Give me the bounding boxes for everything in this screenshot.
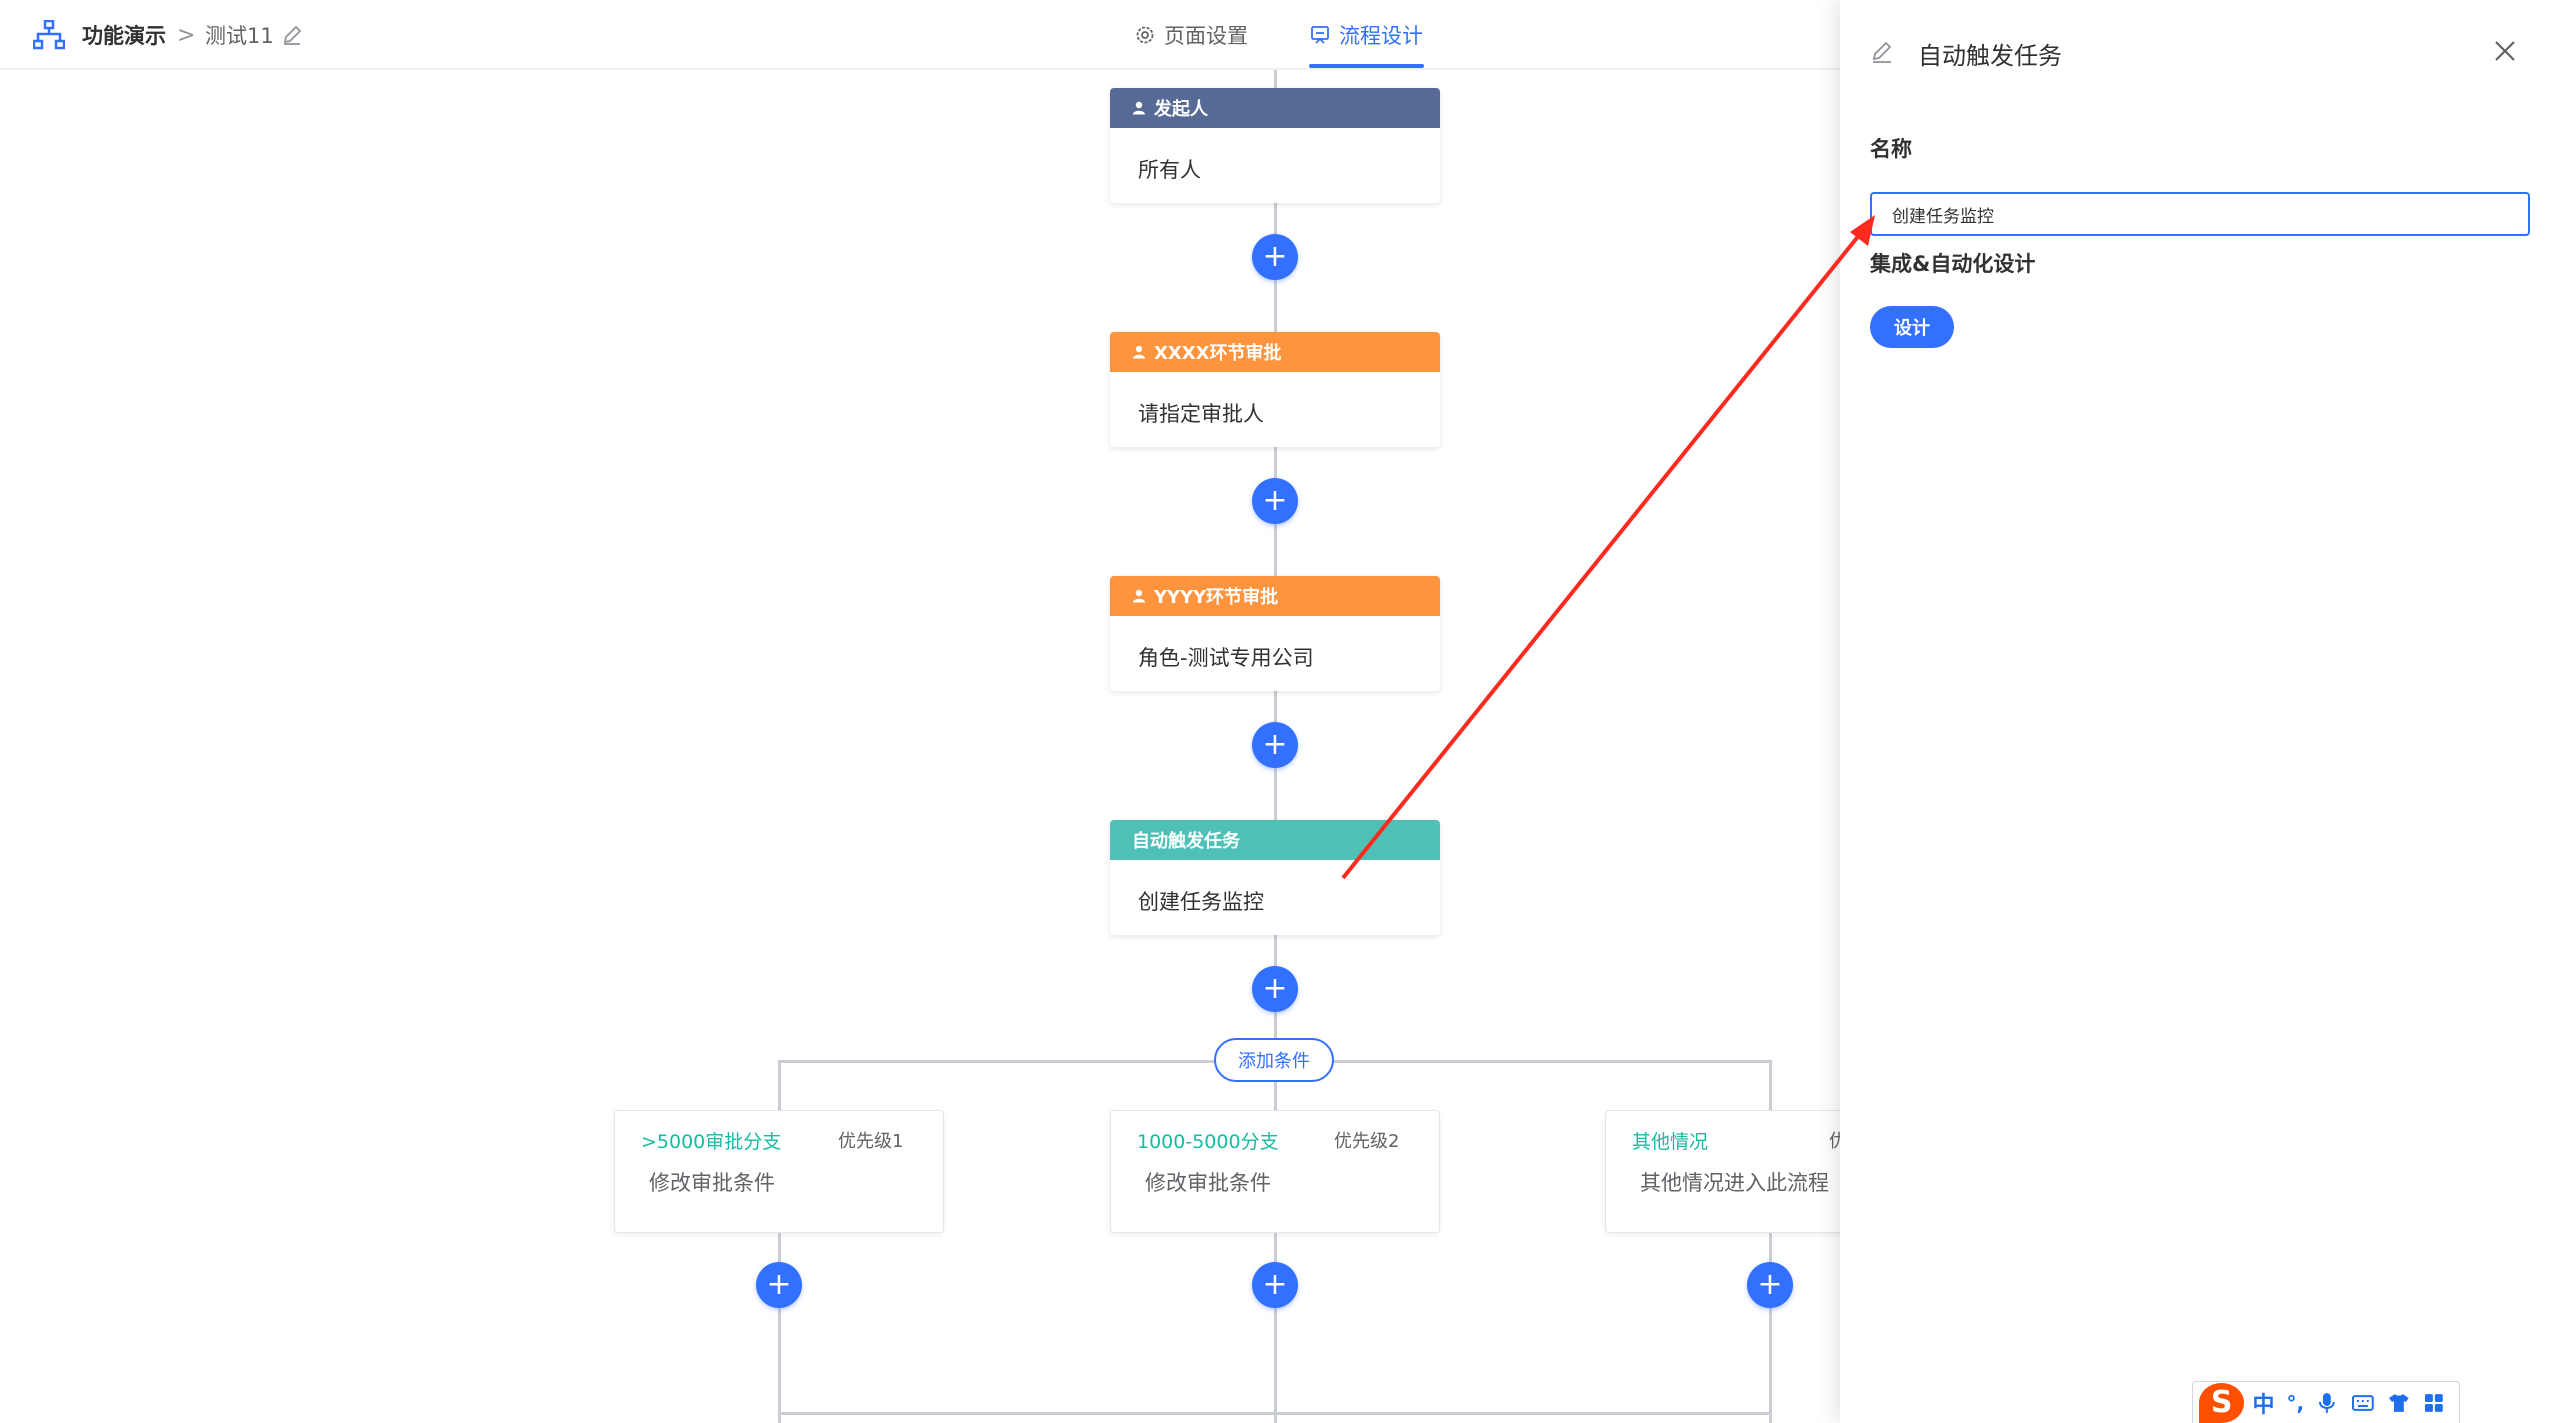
add-node-button[interactable]: + (1252, 966, 1298, 1012)
gear-icon (1136, 26, 1154, 44)
condition-title: >5000审批分支 (641, 1131, 782, 1153)
tab-label: 页面设置 (1164, 24, 1248, 48)
name-input[interactable] (1870, 192, 2530, 236)
node-content: 角色-测试专用公司 (1138, 646, 1314, 670)
condition-title: 其他情况 (1632, 1131, 1709, 1153)
tab-flow-design[interactable]: 流程设计 (1310, 0, 1423, 70)
add-condition-button[interactable]: 添加条件 (1214, 1038, 1334, 1082)
edit-name-icon[interactable] (281, 24, 303, 46)
org-chart-icon[interactable] (33, 20, 65, 50)
design-button[interactable]: 设计 (1870, 306, 1954, 348)
add-node-button[interactable]: + (756, 1262, 802, 1308)
name-label: 名称 (1870, 137, 1912, 161)
condition-content: 其他情况进入此流程 (1640, 1171, 1829, 1195)
node-title: 自动触发任务 (1132, 831, 1240, 852)
flow-canvas[interactable]: 发起人 所有人 + XXXX环节审批 请指定审批人 + YYYY环节审批 角色-… (0, 70, 1840, 1423)
branch-bottom-line (778, 1412, 1772, 1415)
add-node-button[interactable]: + (1252, 478, 1298, 524)
user-icon (1133, 101, 1145, 115)
condition-branch-2[interactable]: 1000-5000分支 优先级2 修改审批条件 (1110, 1110, 1440, 1233)
node-content: 所有人 (1138, 158, 1201, 182)
condition-branch-1[interactable]: >5000审批分支 优先级1 修改审批条件 (614, 1110, 944, 1233)
node-title: YYYY环节审批 (1154, 587, 1279, 608)
sogou-logo-icon[interactable]: S (2199, 1382, 2245, 1423)
tab-label: 流程设计 (1339, 24, 1423, 48)
add-node-button[interactable]: + (1252, 234, 1298, 280)
node-title: XXXX环节审批 (1154, 343, 1282, 364)
user-icon (1133, 345, 1145, 359)
node-content: 创建任务监控 (1138, 890, 1264, 914)
node-header: 自动触发任务 (1110, 820, 1440, 860)
node-title: 发起人 (1154, 99, 1208, 120)
drawer-title: 自动触发任务 (1918, 42, 2062, 70)
condition-content: 修改审批条件 (649, 1171, 775, 1195)
keyboard-icon[interactable] (2351, 1392, 2374, 1414)
tab-page-settings[interactable]: 页面设置 (1135, 0, 1248, 70)
microphone-icon[interactable] (2316, 1392, 2338, 1414)
add-node-button[interactable]: + (1252, 722, 1298, 768)
node-header: 发起人 (1110, 88, 1440, 128)
condition-priority: 优先级2 (1334, 1131, 1400, 1152)
breadcrumb-current: 测试11 (205, 24, 274, 48)
node-content: 请指定审批人 (1138, 402, 1264, 426)
top-bar: 功能演示 > 测试11 页面设置 流程设计 (0, 0, 1840, 70)
ime-mode-toggle[interactable]: 中 (2252, 1387, 2274, 1419)
flow-node-auto-task[interactable]: 自动触发任务 创建任务监控 (1110, 820, 1440, 935)
flow-icon (1311, 26, 1329, 44)
shirt-icon[interactable] (2388, 1392, 2410, 1414)
active-tab-indicator (1309, 64, 1424, 68)
node-header: YYYY环节审批 (1110, 576, 1440, 616)
flow-node-start[interactable]: 发起人 所有人 (1110, 88, 1440, 203)
flow-node-approval-yyyy[interactable]: YYYY环节审批 角色-测试专用公司 (1110, 576, 1440, 691)
integration-label: 集成&自动化设计 (1870, 252, 2036, 276)
node-settings-drawer: 自动触发任务 名称 集成&自动化设计 设计 (1840, 0, 2560, 1423)
edit-title-icon[interactable] (1870, 40, 1894, 64)
flow-node-approval-xxxx[interactable]: XXXX环节审批 请指定审批人 (1110, 332, 1440, 447)
condition-priority: 优 (1829, 1131, 1840, 1152)
breadcrumb-separator: > (177, 22, 196, 48)
add-node-button[interactable]: + (1747, 1262, 1793, 1308)
ime-punctuation-toggle[interactable]: °, (2286, 1391, 2304, 1415)
condition-branch-3[interactable]: 其他情况 优 其他情况进入此流程 (1605, 1110, 1840, 1233)
apps-grid-icon[interactable] (2423, 1392, 2445, 1414)
condition-priority: 优先级1 (838, 1131, 904, 1152)
condition-title: 1000-5000分支 (1137, 1131, 1279, 1153)
add-node-button[interactable]: + (1252, 1262, 1298, 1308)
user-icon (1133, 589, 1145, 603)
ime-toolbar[interactable]: S 中 °, (2192, 1381, 2460, 1423)
breadcrumb-app-name[interactable]: 功能演示 (82, 0, 166, 70)
condition-content: 修改审批条件 (1145, 1171, 1271, 1195)
close-icon[interactable] (2492, 38, 2518, 64)
node-header: XXXX环节审批 (1110, 332, 1440, 372)
